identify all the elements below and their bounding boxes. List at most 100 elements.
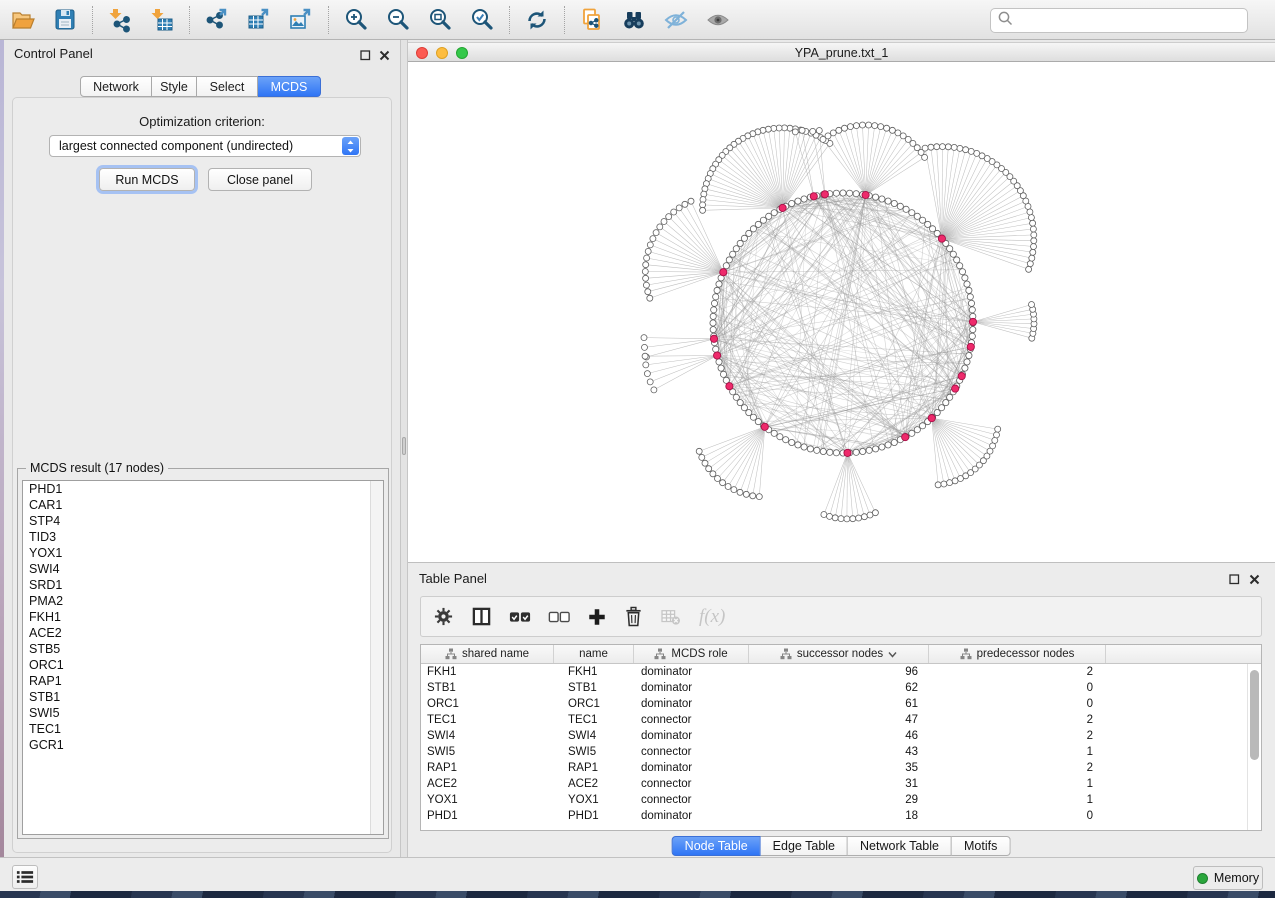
zoom-selected-button[interactable] [461,3,503,37]
column-header-predecessor-nodes[interactable]: predecessor nodes [929,645,1106,663]
panel-splitter[interactable] [400,40,408,857]
cell-name: ACE2 [554,776,634,792]
list-properties-button[interactable] [12,865,38,889]
table-row[interactable]: SWI4SWI4dominator462 [421,728,1261,744]
mcds-result-item[interactable]: SWI5 [23,705,383,721]
import-network-button[interactable] [99,3,141,37]
cell-mcds-role: connector [634,792,749,808]
mcds-result-item[interactable]: ORC1 [23,657,383,673]
mcds-result-item[interactable]: FKH1 [23,609,383,625]
delete-row-button[interactable] [624,606,643,627]
mcds-result-item[interactable]: SWI4 [23,561,383,577]
zoom-in-button[interactable] [335,3,377,37]
mcds-result-item[interactable]: SRD1 [23,577,383,593]
cell-name: PHD1 [554,808,634,824]
tab-network-table[interactable]: Network Table [848,836,952,856]
mcds-result-item[interactable]: GCR1 [23,737,383,753]
tab-edge-table[interactable]: Edge Table [761,836,848,856]
memory-button-label: Memory [1214,871,1259,885]
network-view-canvas[interactable] [408,62,1275,562]
mcds-result-item[interactable]: STB1 [23,689,383,705]
result-list-scrollbar[interactable] [370,481,383,834]
dropdown-selected-value: largest connected component (undirected) [50,139,342,153]
cell-mcds-role: dominator [634,728,749,744]
column-label: shared name [462,648,529,660]
table-row[interactable]: PHD1PHD1dominator180 [421,808,1261,824]
table-row[interactable]: YOX1YOX1connector291 [421,792,1261,808]
close-panel-button[interactable]: Close panel [208,168,312,191]
table-row[interactable]: ACE2ACE2connector311 [421,776,1261,792]
tab-mcds[interactable]: MCDS [258,76,321,97]
splitter-handle[interactable] [402,437,406,455]
save-session-button[interactable] [44,3,86,37]
cell-shared-name: ORC1 [421,696,554,712]
control-panel-header: Control Panel [4,40,400,66]
tab-style[interactable]: Style [152,76,197,97]
add-row-button[interactable] [587,607,607,627]
table-row[interactable]: RAP1RAP1dominator352 [421,760,1261,776]
close-panel-icon[interactable] [379,48,390,59]
show-columns-button[interactable] [471,606,492,627]
apply-layout-button[interactable] [516,3,558,37]
export-table-button[interactable] [238,3,280,37]
mcds-result-item[interactable]: STP4 [23,513,383,529]
mcds-result-item[interactable]: YOX1 [23,545,383,561]
table-row[interactable]: TEC1TEC1connector472 [421,712,1261,728]
new-network-from-selection-button[interactable] [571,3,613,37]
table-scrollbar[interactable] [1247,664,1261,830]
table-settings-button[interactable] [433,606,454,627]
delete-table-icon [660,608,682,626]
table-row[interactable]: SWI5SWI5connector431 [421,744,1261,760]
import-table-button[interactable] [141,3,183,37]
table-row[interactable]: FKH1FKH1dominator962 [421,664,1261,680]
cell-name: TEC1 [554,712,634,728]
tab-network[interactable]: Network [80,76,152,97]
zoom-fit-button[interactable] [419,3,461,37]
optimization-criterion-dropdown[interactable]: largest connected component (undirected) [49,135,361,157]
export-network-button[interactable] [196,3,238,37]
cell-mcds-role: dominator [634,664,749,680]
tab-node-table[interactable]: Node Table [672,836,761,856]
cell-shared-name: SWI4 [421,728,554,744]
open-file-button[interactable] [2,3,44,37]
show-all-button[interactable] [697,3,739,37]
close-table-panel-icon[interactable] [1249,572,1260,583]
zoom-out-button[interactable] [377,3,419,37]
network-graph[interactable] [408,62,1275,562]
memory-button[interactable]: Memory [1193,866,1263,890]
table-row[interactable]: ORC1ORC1dominator610 [421,696,1261,712]
mcds-result-item[interactable]: ACE2 [23,625,383,641]
run-mcds-button[interactable]: Run MCDS [99,168,195,191]
first-neighbors-button[interactable] [613,3,655,37]
column-header-mcds-role[interactable]: MCDS role [634,645,749,663]
search-input[interactable] [1014,10,1247,31]
float-table-panel-icon[interactable] [1229,572,1240,583]
column-header-name[interactable]: name [554,645,634,663]
table-scrollbar-thumb[interactable] [1250,670,1259,760]
mcds-result-item[interactable]: TID3 [23,529,383,545]
mcds-result-item[interactable]: CAR1 [23,497,383,513]
status-bar: Memory [0,857,1275,891]
deselect-all-rows-button[interactable] [548,609,570,625]
column-header-successor-nodes[interactable]: successor nodes [749,645,929,663]
hide-selected-button[interactable] [655,3,697,37]
export-image-icon [288,7,314,33]
mcds-result-item[interactable]: PMA2 [23,593,383,609]
table-panel-title: Table Panel [419,571,487,586]
table-toolbar: f(x) [420,596,1262,637]
mcds-result-item[interactable]: STB5 [23,641,383,657]
export-image-button[interactable] [280,3,322,37]
tab-select[interactable]: Select [197,76,258,97]
table-row[interactable]: STB1STB1dominator620 [421,680,1261,696]
first-neighbors-icon [621,7,647,33]
hierarchy-icon [445,648,457,660]
control-panel: Control Panel NetworkStyleSelectMCDS Opt… [4,40,400,857]
select-all-rows-button[interactable] [509,609,531,625]
float-panel-icon[interactable] [360,48,371,59]
list-properties-icon [16,869,34,885]
mcds-result-item[interactable]: PHD1 [23,481,383,497]
mcds-result-item[interactable]: RAP1 [23,673,383,689]
mcds-result-item[interactable]: TEC1 [23,721,383,737]
tab-motifs[interactable]: Motifs [952,836,1010,856]
column-header-shared-name[interactable]: shared name [421,645,554,663]
